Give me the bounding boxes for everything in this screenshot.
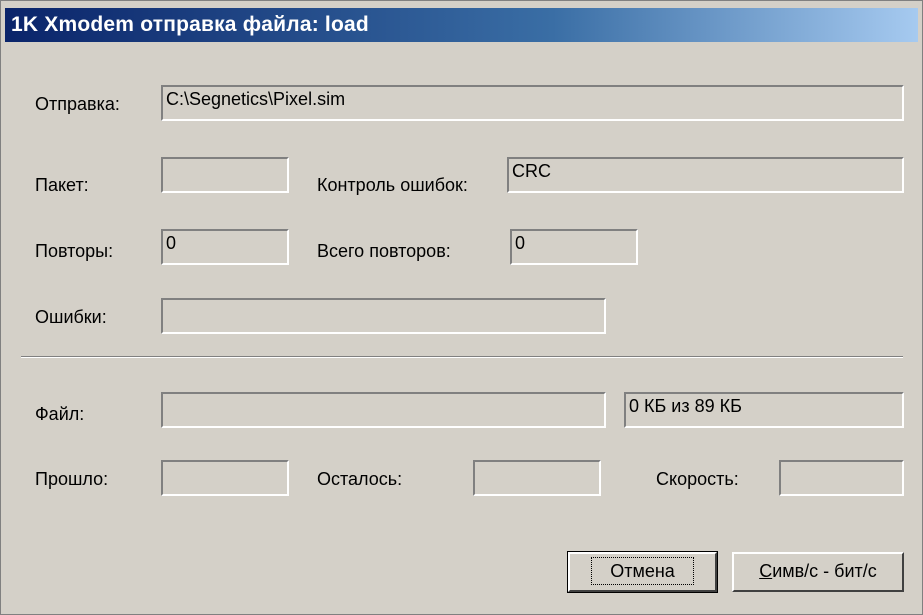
speed-field	[779, 460, 904, 496]
error-check-label: Контроль ошибок:	[317, 175, 468, 195]
title-bar[interactable]: 1K Xmodem отправка файла: load	[5, 8, 918, 42]
error-check-field: CRC	[507, 157, 904, 193]
errors-field	[161, 298, 606, 334]
speed-label: Скорость:	[656, 469, 739, 489]
packet-field	[161, 157, 289, 193]
elapsed-field	[161, 460, 289, 496]
file-progress-bar	[161, 392, 606, 428]
elapsed-label: Прошло:	[35, 469, 109, 489]
units-toggle-label: Симв/с - бит/с	[759, 561, 877, 581]
units-toggle-button[interactable]: Симв/с - бит/с	[732, 552, 904, 592]
separator	[21, 356, 903, 358]
retries-field: 0	[161, 229, 289, 265]
remaining-label: Осталось:	[317, 469, 403, 489]
errors-label: Ошибки:	[35, 307, 107, 327]
send-file-field: C:\Segnetics\Pixel.sim	[161, 85, 904, 121]
total-retries-label: Всего повторов:	[317, 241, 451, 261]
cancel-button-label: Отмена	[591, 557, 694, 585]
remaining-field	[473, 460, 601, 496]
xmodem-dialog: 1K Xmodem отправка файла: load Отправка:…	[0, 0, 923, 615]
window-title: 1K Xmodem отправка файла: load	[11, 13, 369, 36]
file-label: Файл:	[35, 404, 85, 424]
file-size-field: 0 КБ из 89 КБ	[624, 392, 904, 428]
packet-label: Пакет:	[35, 175, 89, 195]
total-retries-field: 0	[510, 229, 638, 265]
cancel-button[interactable]: Отмена	[567, 551, 718, 593]
retries-label: Повторы:	[35, 241, 114, 261]
send-label: Отправка:	[35, 94, 120, 114]
